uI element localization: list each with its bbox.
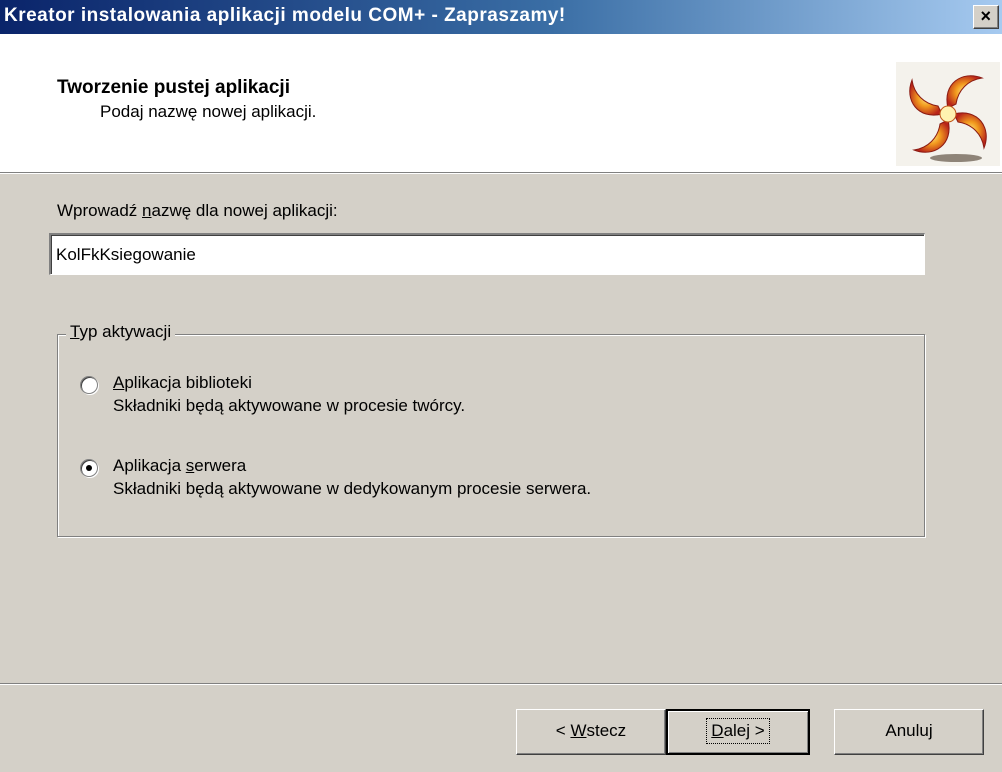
window-title: Kreator instalowania aplikacji modelu CO… (4, 5, 566, 26)
com-plus-swirl-logo-icon (896, 62, 1000, 166)
page-title: Tworzenie pustej aplikacji (57, 77, 290, 98)
close-icon[interactable]: × (973, 5, 999, 29)
app-name-input[interactable] (49, 233, 925, 275)
wizard-header: Tworzenie pustej aplikacji Podaj nazwę n… (0, 34, 1002, 172)
activation-type-group (57, 334, 925, 537)
server-app-radio[interactable] (80, 459, 98, 477)
next-button-label: Dalej > (706, 718, 770, 744)
cancel-button[interactable]: Anuluj (834, 709, 984, 755)
radio-selected-dot (86, 465, 92, 471)
header-separator (0, 172, 1002, 174)
next-button[interactable]: Dalej > (666, 709, 810, 755)
server-app-radio-label[interactable]: Aplikacja serwera (113, 456, 246, 476)
app-name-label: Wprowadź nazwę dla nowej aplikacji: (57, 201, 338, 220)
activation-type-legend: Typ aktywacji (66, 322, 176, 342)
title-bar: Kreator instalowania aplikacji modelu CO… (0, 0, 1002, 34)
server-app-description: Składniki będą aktywowane w dedykowanym … (113, 479, 592, 498)
footer-separator (0, 683, 1002, 685)
page-subtitle: Podaj nazwę nowej aplikacji. (100, 102, 317, 121)
library-app-radio-label[interactable]: Aplikacja biblioteki (113, 373, 252, 393)
library-app-radio[interactable] (80, 376, 98, 394)
library-app-description: Składniki będą aktywowane w procesie twó… (113, 396, 466, 415)
back-button[interactable]: < Wstecz (516, 709, 666, 755)
